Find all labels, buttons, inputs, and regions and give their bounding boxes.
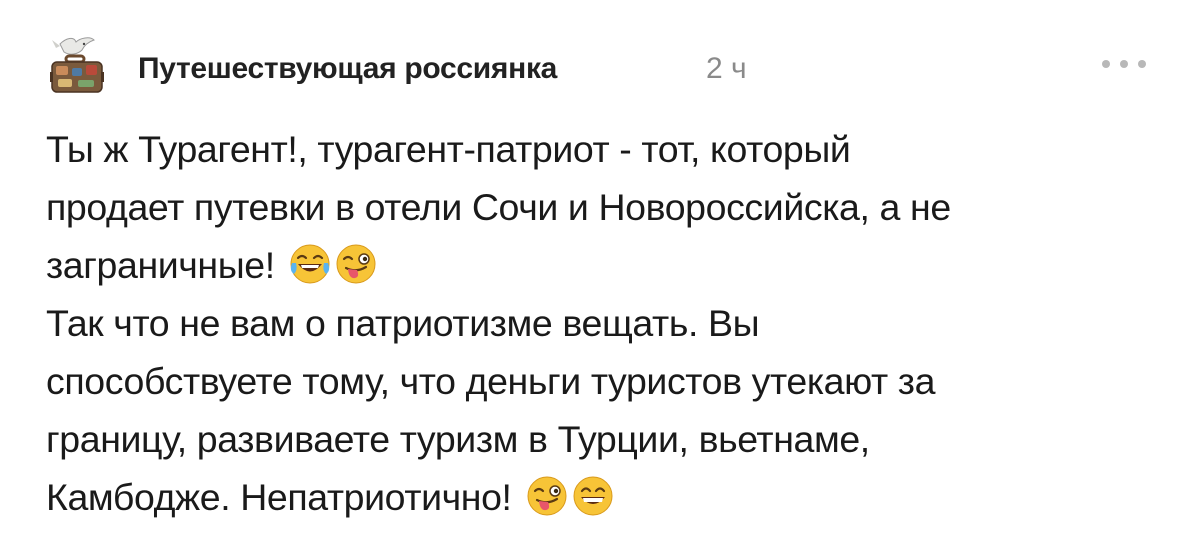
comment-header: Путешествующая россиянка 2 ч (46, 34, 1156, 102)
more-dots-icon[interactable] (1098, 56, 1150, 70)
comment-line-text: Камбодже. Непатриотично! (46, 476, 512, 518)
grinning-emoji (573, 476, 613, 516)
dove-icon (52, 37, 95, 55)
laughing-tears-emoji (290, 244, 330, 284)
comment-line-with-emoji: заграничные! (46, 236, 1156, 294)
comment-line: продает путевки в отели Сочи и Новоросси… (46, 186, 951, 228)
comment-line: способствуете тому, что деньги туристов … (46, 360, 936, 402)
comment-line-with-emoji: Камбодже. Непатриотично! (46, 468, 1156, 526)
comment-line-text: заграничные! (46, 244, 275, 286)
winking-tongue-emoji (336, 244, 376, 284)
comment-text: Ты ж Турагент!, турагент-патриот - тот, … (46, 120, 1156, 526)
comment-line: Ты ж Турагент!, турагент-патриот - тот, … (46, 128, 851, 170)
suitcase-icon (50, 54, 104, 93)
comment-timestamp: 2 ч (706, 52, 747, 85)
comment-line: Так что не вам о патриотизме вещать. Вы (46, 302, 760, 344)
comment-card: Путешествующая россиянка 2 ч Ты ж Тураге… (0, 0, 1200, 557)
avatar[interactable] (46, 34, 108, 98)
winking-tongue-emoji (527, 476, 567, 516)
author-name[interactable]: Путешествующая россиянка (138, 52, 557, 86)
comment-line: границу, развиваете туризм в Турции, вье… (46, 418, 870, 460)
